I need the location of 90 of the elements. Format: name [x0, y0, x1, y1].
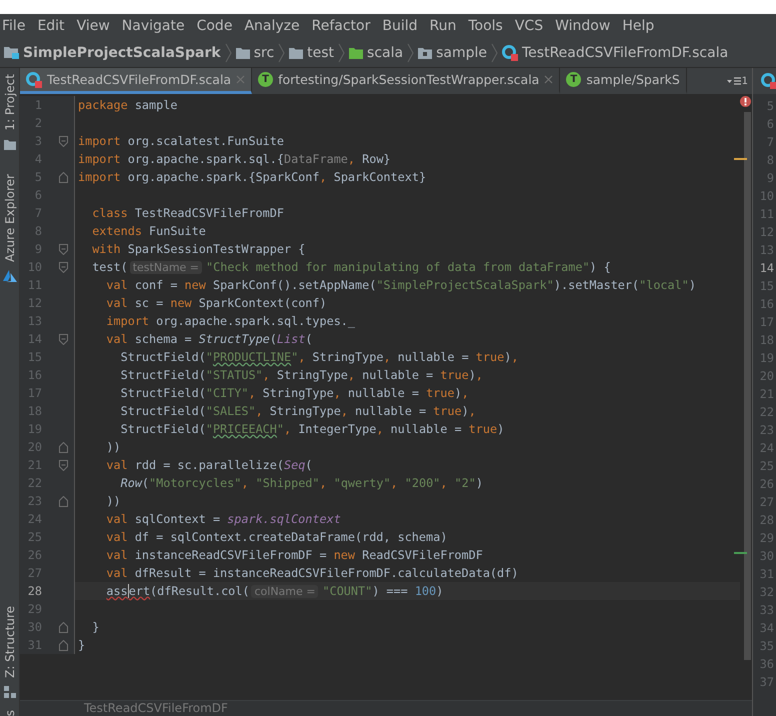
azure-icon [2, 270, 16, 282]
fold-end-icon[interactable] [59, 640, 68, 650]
fold-end-icon[interactable] [59, 496, 68, 506]
breadcrumb-item[interactable]: src [254, 44, 274, 60]
warning-marker [734, 158, 747, 160]
fold-icon[interactable] [59, 334, 68, 344]
tool-window-button[interactable]: Z: Structure [2, 606, 16, 678]
code-line: class TestReadCSVFileFromDF [91, 205, 285, 222]
project-folder-icon [4, 46, 19, 59]
editor-tab[interactable]: TestReadCSVFileFromDF.scala [20, 68, 252, 94]
code-line: import org.apache.spark.sql.types._ [105, 313, 356, 330]
menu-item[interactable]: Tools [468, 18, 503, 34]
fold-icon[interactable] [59, 460, 68, 470]
fold-icon[interactable] [59, 244, 68, 254]
code-line: } [91, 619, 100, 636]
code-line: extends FunSuite [91, 223, 207, 240]
code-line: StructField("STATUS", StringType, nullable = true), [120, 367, 484, 384]
folder-icon [4, 138, 16, 150]
code-line: test( testName = "Check method for manipulating of data from dataFrame") { [91, 259, 612, 276]
breadcrumb-item[interactable]: TestReadCSVFileFromDF.scala [522, 44, 728, 60]
breadcrumb-item[interactable]: sample [436, 44, 487, 60]
trait-icon: T [566, 72, 582, 87]
code-line: val dfResult = instanceReadCSVFileFromDF.calculateData(df) [105, 565, 520, 582]
breadcrumb-item[interactable]: scala [367, 44, 404, 60]
menu-item[interactable]: Edit [37, 18, 65, 34]
menu-item[interactable]: Window [555, 18, 610, 34]
breadcrumb-item[interactable]: test [307, 44, 334, 60]
breadcrumb-item[interactable]: SimpleProjectScalaSpark [23, 44, 221, 60]
folder-icon [349, 46, 364, 58]
code-line: val conf = new SparkConf().setAppName("SimpleProjectScalaSpark").setMaster("local") [105, 277, 697, 294]
close-icon[interactable] [236, 75, 246, 84]
menu-item[interactable]: File [2, 18, 26, 34]
menu-item[interactable]: Navigate [122, 18, 185, 34]
code-line: package sample [77, 97, 178, 114]
chevron-icon [491, 42, 498, 62]
structure-icon [4, 686, 16, 698]
menu-item[interactable]: Refactor [312, 18, 370, 34]
line-number: 14 [758, 261, 775, 277]
chevron-icon [224, 42, 232, 62]
class-icon [26, 72, 42, 88]
class-icon [502, 44, 518, 60]
tool-window-button[interactable]: 1: Project [2, 74, 16, 131]
chevron-icon [278, 42, 286, 62]
code-line: import org.apache.spark.{SparkConf, SparkContext} [77, 169, 428, 186]
editor-breadcrumb[interactable]: TestReadCSVFileFromDF [84, 701, 228, 715]
chevron-icon [338, 42, 346, 62]
code-line: Row("Motorcycles", "Shipped", "qwerty", "200", "2") [120, 475, 484, 492]
tool-window-button[interactable]: s [2, 710, 16, 716]
code-line: val rdd = sc.parallelize(Seq( [105, 457, 314, 474]
tool-window-button[interactable]: Azure Explorer [2, 174, 16, 262]
list-icon [726, 76, 741, 86]
menu-item[interactable]: Run [430, 18, 456, 34]
code-line: StructField("PRODUCTLINE", StringType, nullable = true), [120, 349, 520, 366]
fold-end-icon[interactable] [59, 442, 68, 452]
code-line: StructField("CITY", StringType, nullable = true), [120, 385, 470, 402]
fold-end-icon[interactable] [59, 172, 68, 182]
code-line: with SparkSessionTestWrapper { [91, 241, 306, 258]
menu-item[interactable]: VCS [514, 18, 544, 34]
code-line: import org.scalatest.FunSuite [77, 133, 285, 150]
package-folder-icon [418, 46, 432, 58]
code-line: val schema = StructType(List( [105, 331, 314, 348]
code-line: StructField("SALES", StringType, nullable = true), [120, 403, 477, 420]
close-icon[interactable] [544, 75, 554, 84]
fold-icon[interactable] [59, 136, 68, 146]
code-line: val sc = new SparkContext(conf) [105, 295, 328, 312]
change-marker [734, 552, 747, 554]
menu-item[interactable]: View [76, 18, 110, 34]
trait-icon: T [258, 72, 274, 87]
chevron-icon [407, 42, 414, 62]
menu-item[interactable]: Help [622, 18, 654, 34]
class-icon [761, 73, 776, 89]
code-line: val instanceReadCSVFileFromDF = new ReadCSVFileFromDF [105, 547, 484, 564]
code-line: } [77, 637, 86, 654]
folder-icon [236, 46, 250, 58]
scrollbar-thumb[interactable] [744, 112, 751, 660]
fold-icon[interactable] [59, 262, 68, 272]
code-line: val sqlContext = spark.sqlContext [105, 511, 342, 528]
code-line: StructField("PRICEEACH", IntegerType, nullable = true) [120, 421, 506, 438]
code-line: )) [105, 493, 122, 510]
menu-item[interactable]: Build [382, 18, 418, 34]
line-number: 28 [26, 584, 43, 598]
code-line: )) [105, 439, 122, 456]
tab-overflow-button[interactable]: 1 [722, 68, 752, 94]
code-line: val df = sqlContext.createDataFrame(rdd, schema) [105, 529, 448, 546]
menu-item[interactable]: Analyze [244, 18, 300, 34]
folder-icon [289, 46, 304, 58]
error-icon [740, 96, 751, 107]
fold-end-icon[interactable] [59, 622, 68, 632]
menu-item[interactable]: Code [196, 18, 232, 34]
code-line: import org.apache.spark.sql.{DataFrame, Row} [77, 151, 392, 168]
